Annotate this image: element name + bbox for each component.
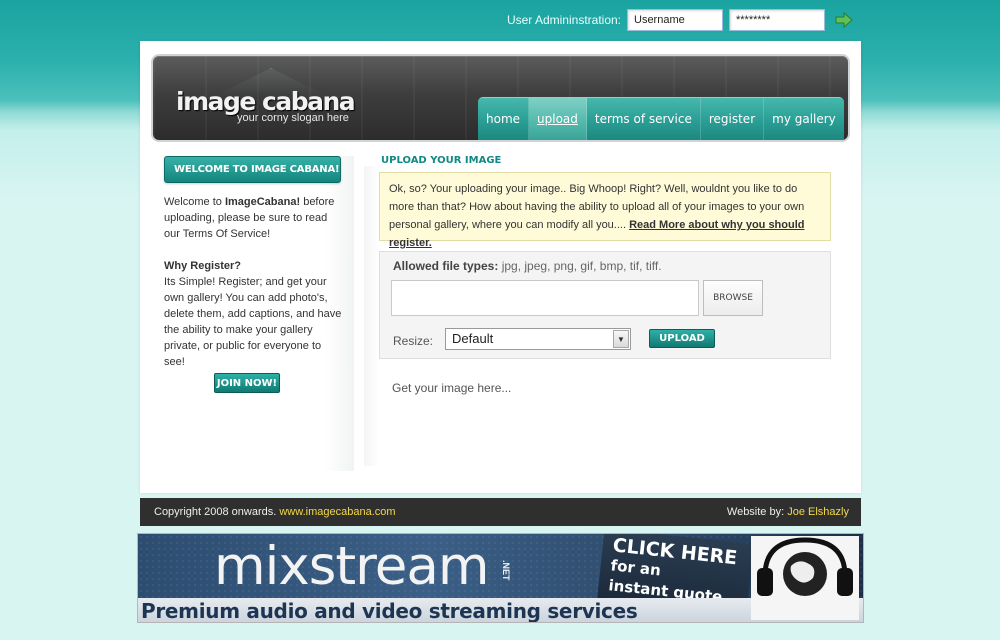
username-field[interactable] xyxy=(627,9,723,31)
filetypes-label: Allowed file types: xyxy=(393,259,499,273)
register-notice: Ok, so? Your uploading your image.. Big … xyxy=(379,172,831,249)
nav-terms-of-service[interactable]: terms of service xyxy=(587,98,701,140)
site-footer: Copyright 2008 onwards. www.imagecabana.… xyxy=(140,498,861,526)
intro-prefix: Welcome to xyxy=(164,196,225,208)
resize-select[interactable]: Default ▼ xyxy=(445,328,631,350)
browse-button[interactable]: BROWSE xyxy=(703,280,763,316)
banner-tld: .NET xyxy=(501,560,511,581)
nav-home[interactable]: home xyxy=(478,98,530,140)
footer-copyright: Copyright 2008 onwards. xyxy=(154,506,277,518)
admin-bar: User Admininstration: xyxy=(507,9,853,31)
footer-credit-block: Website by: Joe Elshazly xyxy=(727,506,849,518)
join-now-button[interactable]: JOIN NOW! xyxy=(214,373,280,393)
upload-button[interactable]: UPLOAD xyxy=(649,329,715,348)
footer-credit-name[interactable]: Joe Elshazly xyxy=(787,506,849,518)
footer-credit-label: Website by: xyxy=(726,506,785,518)
footer-site-link[interactable]: www.imagecabana.com xyxy=(279,506,395,518)
banner-ad[interactable]: mixstream .NET CLICK HERE for an instant… xyxy=(137,533,864,623)
chevron-down-icon[interactable]: ▼ xyxy=(613,330,629,348)
nav-register[interactable]: register xyxy=(701,98,765,140)
main-container: image cabana your corny slogan here home… xyxy=(140,41,861,493)
banner-brand: mixstream xyxy=(214,536,489,597)
footer-copyright-block: Copyright 2008 onwards. www.imagecabana.… xyxy=(154,506,396,518)
nav-my-gallery[interactable]: my gallery xyxy=(764,98,844,140)
site-slogan: your corny slogan here xyxy=(237,112,349,124)
welcome-heading: WELCOME TO IMAGE CABANA! xyxy=(164,156,341,183)
upload-form: Allowed file types: jpg, jpeg, png, gif,… xyxy=(379,251,831,359)
login-submit-button[interactable] xyxy=(835,11,853,29)
sidebar-intro: Welcome to ImageCabana! before uploading… xyxy=(164,194,344,242)
sidebar: WELCOME TO IMAGE CABANA! Welcome to Imag… xyxy=(164,156,380,471)
allowed-filetypes: Allowed file types: jpg, jpeg, png, gif,… xyxy=(393,259,662,273)
section-title: UPLOAD YOUR IMAGE xyxy=(381,155,502,166)
password-field[interactable] xyxy=(729,9,825,31)
resize-label: Resize: xyxy=(393,334,434,348)
why-register-block: Why Register? Its Simple! Register; and … xyxy=(164,258,344,370)
resize-selected-value: Default xyxy=(452,331,494,346)
nav-upload[interactable]: upload xyxy=(529,98,587,140)
sidebar-shadow xyxy=(364,166,380,466)
why-register-text: Its Simple! Register; and get your own g… xyxy=(164,276,342,368)
intro-brand: ImageCabana! xyxy=(224,196,301,208)
upload-section: UPLOAD YOUR IMAGE Ok, so? Your uploading… xyxy=(379,155,831,395)
why-register-title: Why Register? xyxy=(164,260,242,272)
result-placeholder: Get your image here... xyxy=(392,381,512,395)
arrow-right-icon xyxy=(835,12,853,28)
headphones-globe-icon xyxy=(751,536,859,620)
main-nav: home upload terms of service register my… xyxy=(478,97,844,140)
file-path-field[interactable] xyxy=(391,280,699,316)
site-header: image cabana your corny slogan here home… xyxy=(153,56,848,140)
admin-label: User Admininstration: xyxy=(506,13,621,27)
filetypes-list: jpg, jpeg, png, gif, bmp, tif, tiff. xyxy=(501,259,662,273)
